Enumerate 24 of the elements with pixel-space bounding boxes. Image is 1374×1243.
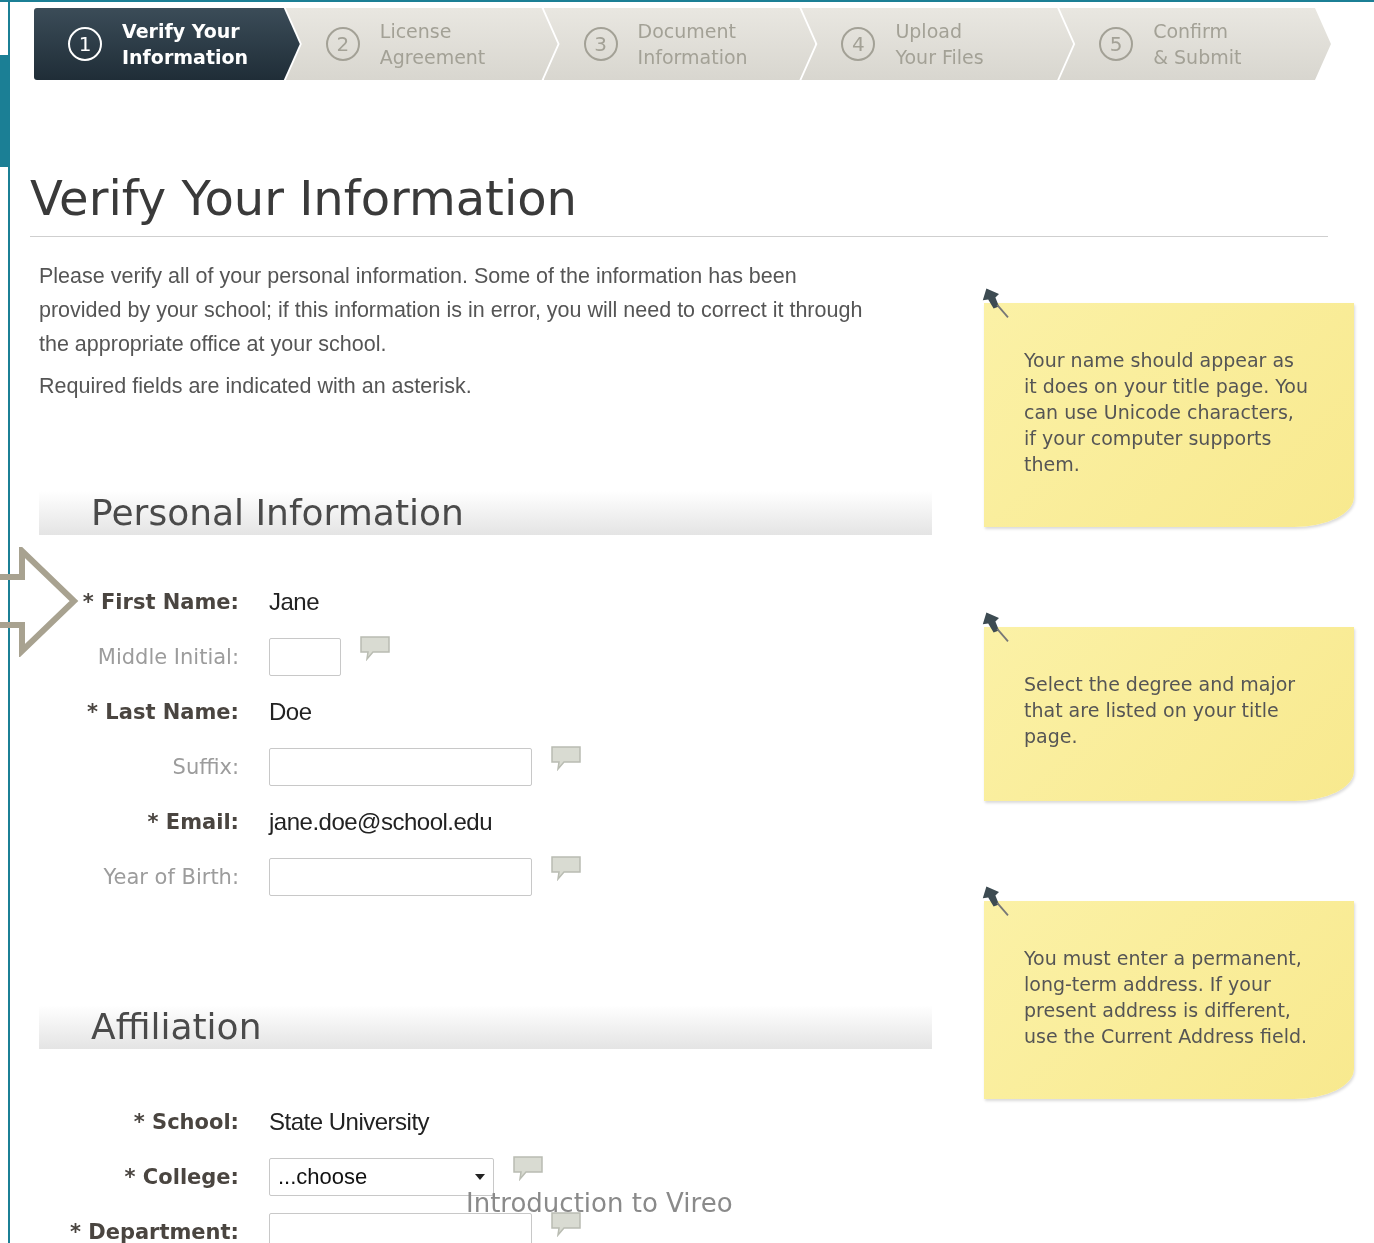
- field-label: * First Name:: [81, 590, 239, 614]
- wizard-step[interactable]: 4 Upload Your Files: [801, 8, 1074, 80]
- page-title: Verify Your Information: [30, 168, 1328, 237]
- field-label: * School:: [132, 1110, 239, 1134]
- wizard-step[interactable]: 2 License Agreement: [285, 8, 558, 80]
- field-value: State University: [269, 1108, 430, 1136]
- field-value: Jane: [269, 588, 320, 616]
- intro-text: Please verify all of your personal information. Some of the information has been provided by your school; if this information is in error, you will need to correct it through the appropriate office at your school.: [39, 263, 864, 358]
- note-text: You must enter a permanent, long-term address. If your present address is different, use the Current Address field.: [1024, 946, 1309, 1049]
- wizard-step[interactable]: 1 Verify Your Information: [34, 8, 300, 80]
- field-label: * Email:: [146, 810, 239, 834]
- field-label: Year of Birth:: [102, 865, 239, 889]
- note-text: Select the degree and major that are listed on your title page.: [1024, 672, 1297, 749]
- field-label: Middle Initial:: [96, 645, 239, 669]
- field-label: * Department:: [68, 1220, 239, 1243]
- field-label: * College:: [123, 1165, 239, 1189]
- wizard-step[interactable]: 5 Confirm & Submit: [1059, 8, 1331, 80]
- note-text: Your name should appear as it does on your title page. You can use Unicode characters, if your computer supports them.: [1024, 348, 1310, 477]
- wizard-step[interactable]: 3 Document Information: [543, 8, 816, 80]
- field-label: Suffix:: [171, 755, 239, 779]
- field-label: * Last Name:: [86, 700, 239, 724]
- field-value: Doe: [269, 698, 312, 726]
- intro-text: Required fields are indicated with an asterisk.: [39, 373, 473, 400]
- field-value: jane.doe@school.edu: [269, 808, 493, 836]
